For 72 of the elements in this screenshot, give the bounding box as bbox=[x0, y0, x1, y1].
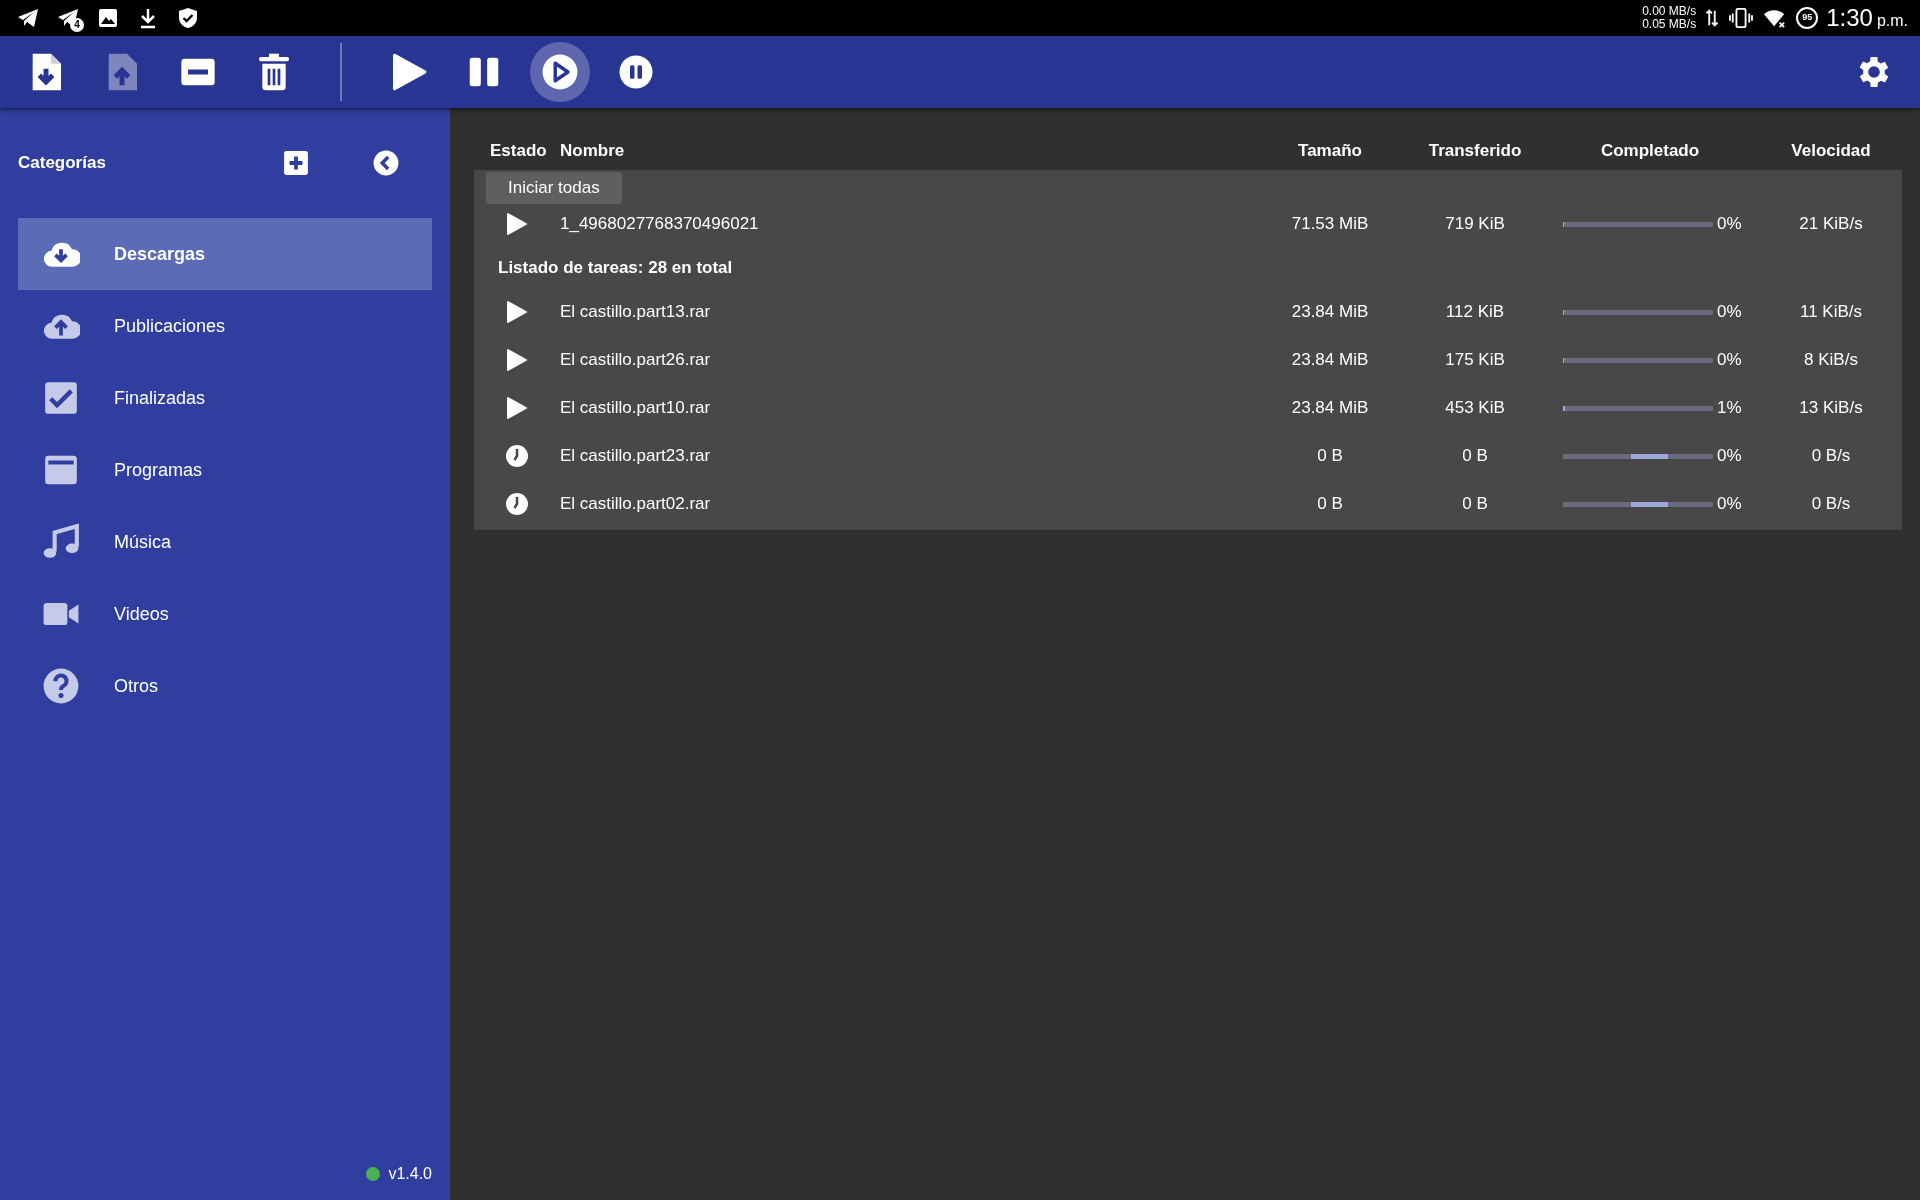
play-icon bbox=[505, 394, 529, 422]
file-name: El castillo.part26.rar bbox=[560, 349, 712, 372]
speed-text: 0 B/s bbox=[1810, 493, 1852, 516]
transferred-size: 453 KiB bbox=[1444, 397, 1506, 420]
play-icon bbox=[505, 298, 529, 326]
chevron-left-icon bbox=[373, 150, 399, 176]
am-pm-text: p.m. bbox=[1876, 11, 1908, 31]
clock-text: 1:30 bbox=[1826, 3, 1873, 33]
file-name: 1_4968027768370496021 bbox=[560, 213, 760, 236]
file-name: El castillo.part10.rar bbox=[560, 397, 712, 420]
music-note-icon bbox=[42, 523, 80, 561]
file-size: 71.53 MiB bbox=[1290, 213, 1370, 236]
sidebar-item[interactable]: Programas bbox=[18, 434, 432, 506]
tooltip: Iniciar todas bbox=[486, 172, 622, 204]
speed-text: 0.00 MB/s bbox=[1642, 5, 1697, 18]
file-name: El castillo.part13.rar bbox=[560, 301, 712, 324]
file-size: 0 B bbox=[1316, 445, 1344, 468]
checkbox-icon bbox=[42, 379, 80, 417]
clock-icon bbox=[505, 492, 529, 516]
help-icon bbox=[42, 667, 80, 705]
transferred-size: 0 B bbox=[1461, 445, 1489, 468]
sidebar-item[interactable]: Música bbox=[18, 506, 432, 578]
sidebar-title: Categorías bbox=[18, 152, 106, 175]
sidebar-item[interactable]: Finalizadas bbox=[18, 362, 432, 434]
play-icon bbox=[505, 346, 529, 374]
pause-circle-icon bbox=[618, 54, 654, 90]
speed-text: 21 KiB/s bbox=[1798, 213, 1864, 236]
battery-badge: 95 bbox=[1796, 7, 1819, 29]
sidebar-item[interactable]: Otros bbox=[18, 650, 432, 722]
speed-text: 0 B/s bbox=[1810, 445, 1852, 468]
data-arrows-icon bbox=[1704, 7, 1721, 29]
column-header: Tamaño bbox=[1297, 140, 1363, 162]
file-size: 23.84 MiB bbox=[1290, 397, 1370, 420]
telegram-icon bbox=[16, 6, 40, 30]
file-name: El castillo.part02.rar bbox=[560, 493, 712, 516]
column-header: Nombre bbox=[560, 140, 626, 162]
vibrate-icon bbox=[1728, 7, 1755, 29]
sidebar-item[interactable]: Videos bbox=[18, 578, 432, 650]
speed-text: 13 KiB/s bbox=[1798, 397, 1864, 420]
file-size: 23.84 MiB bbox=[1290, 349, 1370, 372]
play-icon bbox=[505, 210, 529, 238]
speed-text: 8 KiB/s bbox=[1803, 349, 1859, 372]
clock-icon bbox=[505, 444, 529, 468]
percent-text: 1% bbox=[1717, 397, 1742, 420]
file-size: 23.84 MiB bbox=[1290, 301, 1370, 324]
version-text: v1.4.0 bbox=[388, 1164, 432, 1184]
speed-text: 0.05 MB/s bbox=[1642, 18, 1697, 31]
sidebar-item[interactable]: Descargas bbox=[18, 218, 432, 290]
percent-text: 0% bbox=[1717, 493, 1742, 516]
percent-text: 0% bbox=[1717, 301, 1742, 324]
speed-text: 11 KiB/s bbox=[1798, 301, 1864, 324]
plus-icon bbox=[283, 150, 309, 176]
shield-icon bbox=[176, 6, 200, 30]
play-circle-icon bbox=[541, 53, 579, 91]
transferred-size: 112 KiB bbox=[1444, 301, 1506, 324]
play-circle-button[interactable] bbox=[530, 42, 590, 102]
column-header: Completado bbox=[1599, 140, 1701, 162]
percent-text: 0% bbox=[1717, 445, 1742, 468]
image-icon bbox=[96, 6, 120, 30]
sidebar-item[interactable]: Publicaciones bbox=[18, 290, 432, 362]
file-size: 0 B bbox=[1316, 493, 1344, 516]
column-header: Velocidad bbox=[1790, 140, 1872, 162]
file-name: El castillo.part23.rar bbox=[560, 445, 712, 468]
transferred-size: 0 B bbox=[1461, 493, 1489, 516]
column-header: Estado bbox=[489, 140, 548, 162]
notification-count: 4 bbox=[70, 18, 84, 32]
percent-text: 0% bbox=[1717, 349, 1742, 372]
transferred-size: 175 KiB bbox=[1444, 349, 1506, 372]
column-header: Transferido bbox=[1427, 140, 1523, 162]
transferred-size: 719 KiB bbox=[1444, 213, 1506, 236]
group-header: Listado de tareas: 28 en total bbox=[497, 257, 734, 280]
percent-text: 0% bbox=[1717, 213, 1742, 236]
